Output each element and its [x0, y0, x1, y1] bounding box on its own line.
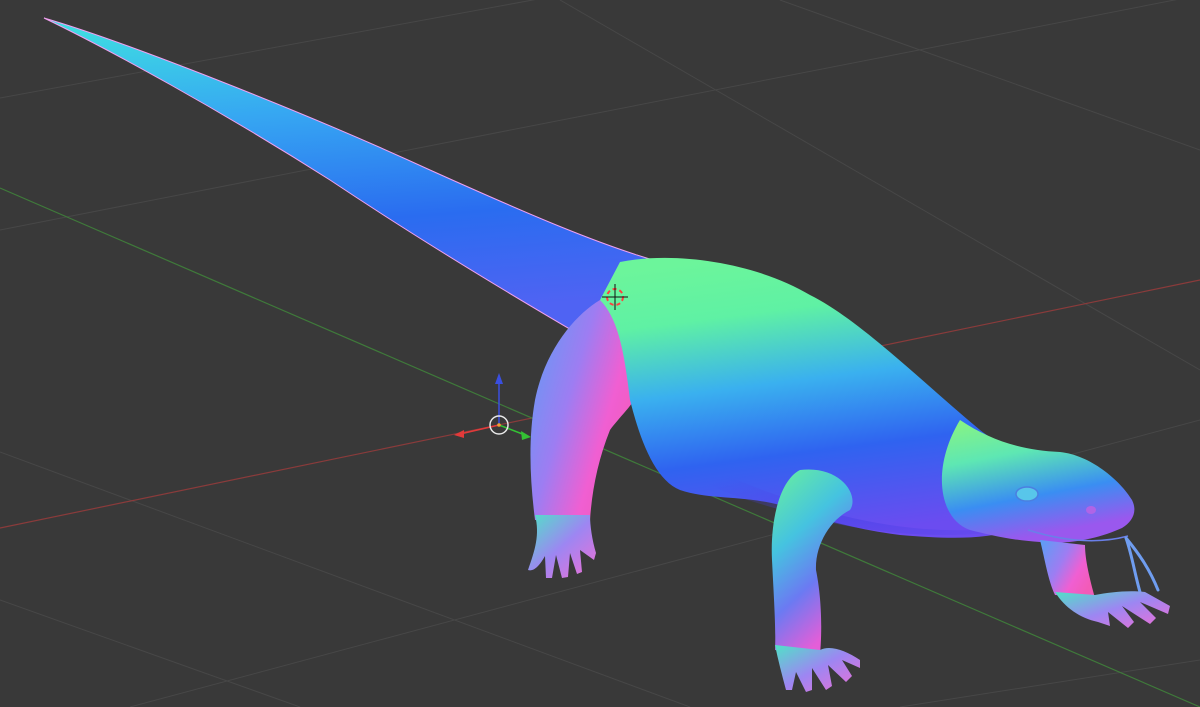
- lizard-right-foot[interactable]: [1055, 591, 1170, 628]
- lizard-front-leg[interactable]: [771, 469, 853, 655]
- lizard-right-leg[interactable]: [1040, 540, 1095, 598]
- lizard-hind-foot[interactable]: [528, 515, 596, 578]
- 3d-viewport[interactable]: [0, 0, 1200, 707]
- lizard-tail[interactable]: [43, 17, 661, 336]
- viewport-canvas[interactable]: [0, 0, 1200, 707]
- lizard-head[interactable]: [941, 420, 1135, 543]
- lizard-front-foot[interactable]: [775, 645, 860, 692]
- lizard-eye: [1015, 486, 1039, 502]
- lizard-nostril: [1086, 506, 1096, 514]
- lizard-tongue: [1124, 536, 1160, 594]
- transform-gizmo-icon[interactable]: [454, 373, 531, 440]
